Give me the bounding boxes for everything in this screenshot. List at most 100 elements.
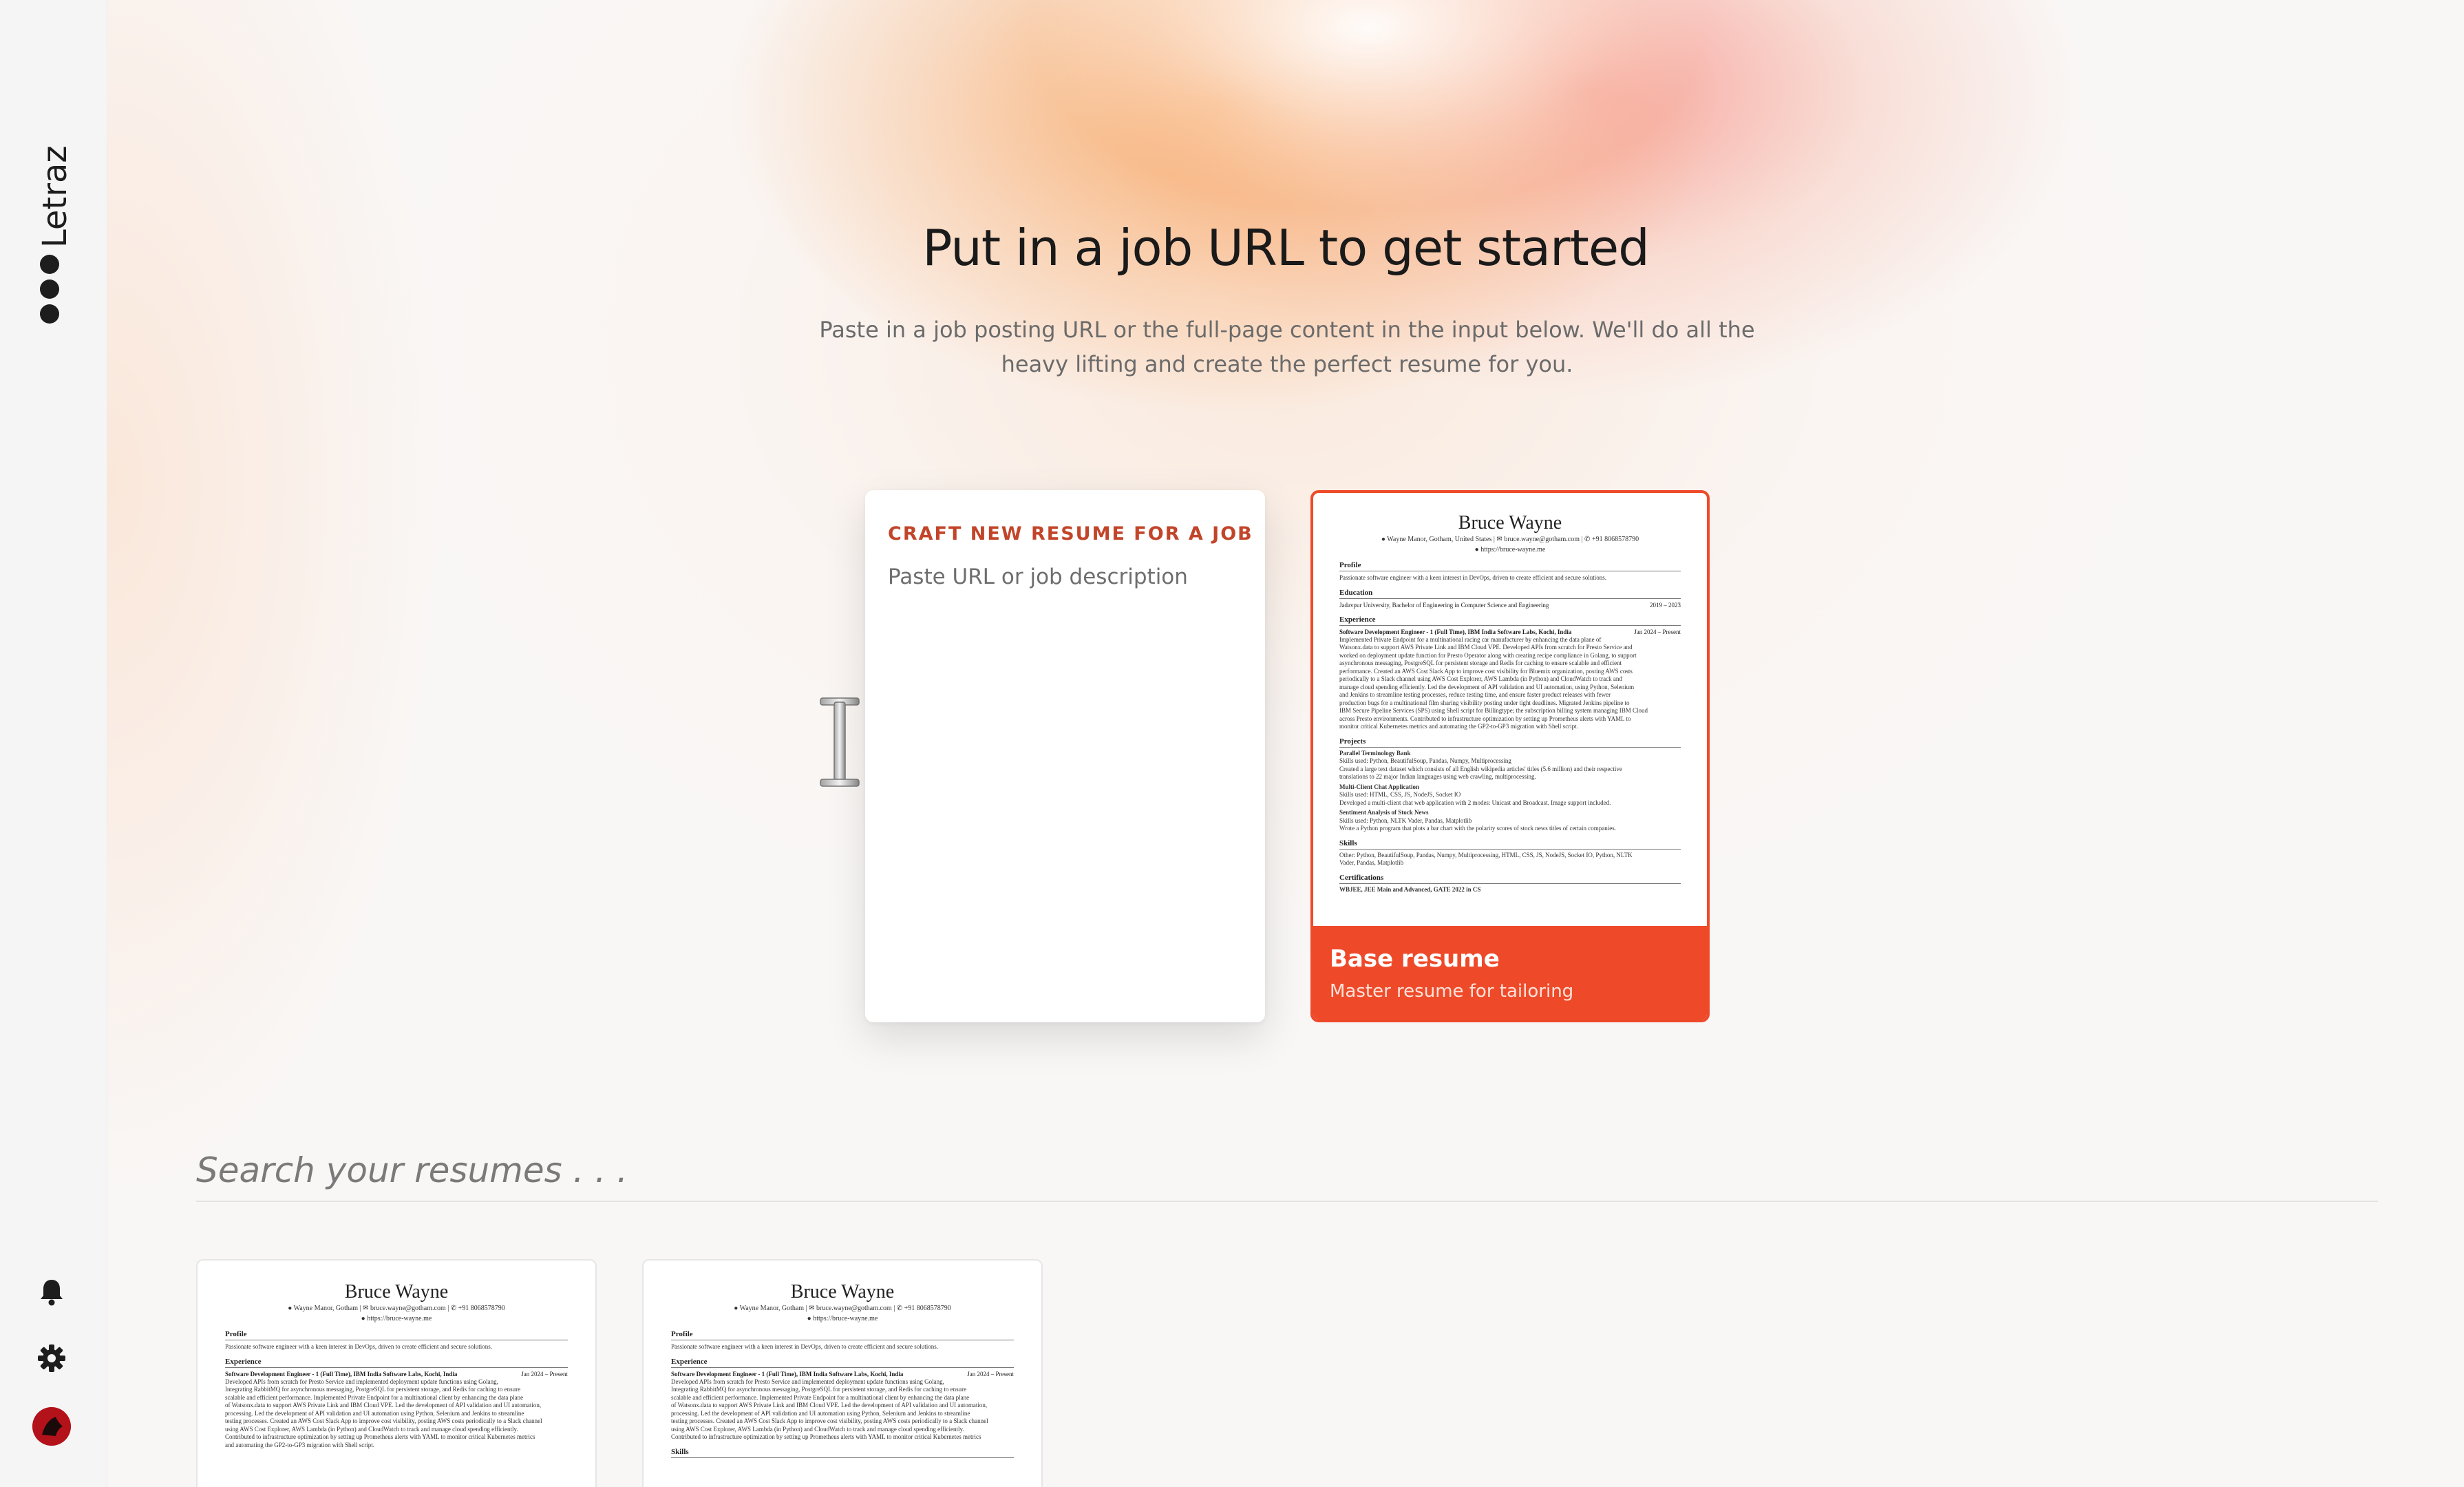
resume-section-heading: Profile: [1339, 561, 1681, 571]
resume-address: Wayne Manor, Gotham: [293, 1305, 359, 1312]
gear-icon[interactable]: [36, 1342, 67, 1374]
resume-row: Software Development Engineer - 1 (Full …: [1339, 628, 1681, 636]
resume-text: of Watsonx.data to support AWS Private L…: [225, 1402, 542, 1409]
phone-icon: ✆: [1584, 536, 1591, 543]
resume-text: processing. Led the development of API v…: [671, 1409, 970, 1417]
brand-logo[interactable]: Letraz: [26, 131, 84, 324]
resume-phone: +91 8068578790: [904, 1305, 951, 1312]
resume-thumbnail-card[interactable]: Bruce Wayne ● Wayne Manor, Gotham | ✉ br…: [642, 1259, 1043, 1487]
resume-row: Software Development Engineer - 1 (Full …: [225, 1370, 568, 1378]
craft-resume-card[interactable]: CRAFT NEW RESUME FOR A JOB: [865, 490, 1265, 1022]
resume-text: of Watsonx.data to support AWS Private L…: [671, 1402, 988, 1409]
resume-contact: ● Wayne Manor, Gotham, United States | ✉…: [1381, 536, 1639, 543]
resume-text: Skills used: Python, BeautifulSoup, Pand…: [1339, 757, 1511, 764]
resume-text: Wrote a Python program that plots a bar …: [1339, 825, 1617, 832]
location-icon: ●: [1381, 536, 1385, 543]
base-resume-footer: Base resume Master resume for tailoring: [1313, 926, 1707, 1020]
resume-text: Software Development Engineer - 1 (Full …: [225, 1370, 458, 1378]
bell-icon[interactable]: [36, 1276, 67, 1308]
resume-text: Parallel Terminology Bank: [1339, 749, 1411, 757]
resume-contact: ● Wayne Manor, Gotham | ✉ bruce.wayne@go…: [288, 1305, 505, 1312]
resume-text: manage cloud spending efficiently. Led t…: [1339, 683, 1635, 690]
resume-text: Software Development Engineer - 1 (Full …: [1339, 628, 1572, 635]
resume-dates: Jan 2024 – Present: [1634, 628, 1681, 635]
resume-text: Other: Python, BeautifulSoup, Pandas, Nu…: [1339, 851, 1633, 858]
resume-text: Implemented Private Endpoint for a multi…: [1339, 635, 1602, 643]
resume-website: https://bruce-wayne.me: [367, 1315, 432, 1322]
resume-email: bruce.wayne@gotham.com: [1504, 536, 1580, 543]
resume-text: Integrating RabbitMQ for asynchronous me…: [671, 1386, 967, 1393]
resume-address: Wayne Manor, Gotham: [739, 1305, 805, 1312]
resume-text: IBM Secure Pipeline Services (SPS) using…: [1339, 707, 1648, 714]
resume-phone: +91 8068578790: [458, 1305, 505, 1312]
brand-name: Letraz: [36, 145, 74, 248]
resume-name: Bruce Wayne: [790, 1281, 895, 1303]
resume-website: https://bruce-wayne.me: [813, 1315, 878, 1322]
resume-phone: +91 8068578790: [1591, 536, 1639, 543]
resume-section-heading: Education: [1339, 589, 1681, 599]
job-url-input[interactable]: [888, 565, 1239, 991]
resume-text: asynchronous messaging, PostgreSQL for p…: [1339, 660, 1622, 666]
email-icon: ✉: [1496, 536, 1502, 543]
phone-icon: ✆: [896, 1305, 903, 1312]
location-icon: ●: [734, 1305, 739, 1312]
resume-text: Integrating RabbitMQ for asynchronous me…: [225, 1386, 521, 1393]
resume-section-heading: Certifications: [1339, 874, 1681, 884]
resume-thumbnail-card[interactable]: Bruce Wayne ● Wayne Manor, Gotham | ✉ br…: [196, 1259, 597, 1487]
resume-preview: Bruce Wayne ● Wayne Manor, Gotham | ✉ br…: [644, 1261, 1041, 1458]
page-subtitle: Paste in a job posting URL or the full-p…: [812, 313, 1762, 381]
avatar[interactable]: [32, 1407, 71, 1446]
resume-section-heading: Profile: [671, 1330, 1014, 1340]
resume-text: using AWS Cost Explorer, AWS Lambda (in …: [225, 1425, 518, 1433]
resume-email: bruce.wayne@gotham.com: [816, 1305, 892, 1312]
resume-section-heading: Experience: [1339, 615, 1681, 626]
resume-text: and Jenkins to streamline testing proces…: [1339, 691, 1611, 698]
resume-dates: Jan 2024 – Present: [521, 1370, 568, 1378]
globe-icon: ●: [361, 1315, 365, 1322]
resume-section-heading: Profile: [225, 1330, 568, 1340]
resume-text: translations to 22 major Indian language…: [1339, 773, 1536, 780]
resume-text: Watsonx.data to support AWS Private Link…: [1339, 644, 1633, 651]
resume-text: Software Development Engineer - 1 (Full …: [671, 1370, 904, 1378]
resume-text: scalable and efficient performance. Impl…: [225, 1393, 524, 1401]
resume-text: Passionate software engineer with a keen…: [1339, 574, 1606, 581]
resume-email: bruce.wayne@gotham.com: [370, 1305, 446, 1312]
resume-text: Developed a multi-client chat web applic…: [1339, 799, 1611, 806]
resume-text: using AWS Cost Explorer, AWS Lambda (in …: [671, 1425, 964, 1433]
resume-text: testing processes. Created an AWS Cost S…: [225, 1417, 542, 1424]
resume-text: Vader, Pandas, Matplotlib: [1339, 859, 1404, 866]
resume-text: Contributed to infrastructure optimizati…: [225, 1433, 535, 1440]
resume-text: Created a large text dataset which consi…: [1339, 765, 1622, 772]
base-resume-title: Base resume: [1330, 945, 1500, 973]
resume-text: processing. Led the development of API v…: [225, 1409, 524, 1417]
resume-website: https://bruce-wayne.me: [1480, 546, 1546, 553]
resume-text: Sentiment Analysis of Stock News: [1339, 809, 1429, 816]
resume-text: worked on deployment update function for…: [1339, 651, 1637, 659]
resume-text: Jadavpur University, Bachelor of Enginee…: [1339, 601, 1549, 609]
resume-preview: Bruce Wayne ● Wayne Manor, Gotham | ✉ br…: [198, 1261, 595, 1449]
resume-contact: ● Wayne Manor, Gotham | ✉ bruce.wayne@go…: [734, 1305, 951, 1312]
resume-name: Bruce Wayne: [1458, 512, 1562, 534]
base-resume-card[interactable]: Bruce Wayne ● Wayne Manor, Gotham, Unite…: [1310, 490, 1710, 1022]
location-icon: ●: [288, 1305, 293, 1312]
resume-text: periodically to a Slack channel using AW…: [1339, 675, 1622, 682]
resume-text: Skills used: HTML, CSS, JS, NodeJS, Sock…: [1339, 791, 1461, 798]
resume-text: WBJEE, JEE Main and Advanced, GATE 2022 …: [1339, 885, 1481, 893]
resume-section-heading: Experience: [225, 1358, 568, 1368]
search-resumes-input[interactable]: [196, 1143, 2378, 1198]
resume-text: Passionate software engineer with a keen…: [225, 1343, 492, 1350]
resume-row: Jadavpur University, Bachelor of Enginee…: [1339, 601, 1681, 609]
globe-icon: ●: [807, 1315, 811, 1322]
resume-text: monitor critical Kubernetes metrics and …: [1339, 723, 1578, 730]
brand-dots-icon: [40, 255, 59, 324]
resume-preview: Bruce Wayne ● Wayne Manor, Gotham, Unite…: [1313, 493, 1707, 894]
resume-row: Software Development Engineer - 1 (Full …: [671, 1370, 1014, 1378]
resume-text: Skills used: Python, NLTK Vader, Pandas,…: [1339, 816, 1472, 824]
resume-section-heading: Skills: [671, 1448, 1014, 1458]
resume-text: Contributed to infrastructure optimizati…: [671, 1433, 981, 1440]
resume-text: scalable and efficient performance. Impl…: [671, 1393, 970, 1401]
resume-text: Passionate software engineer with a keen…: [671, 1343, 938, 1350]
page-title: Put in a job URL to get started: [922, 219, 1650, 277]
resume-text: Developed APIs from scratch for Presto S…: [671, 1378, 944, 1385]
resume-text: across Presto environments. Contributed …: [1339, 715, 1631, 722]
